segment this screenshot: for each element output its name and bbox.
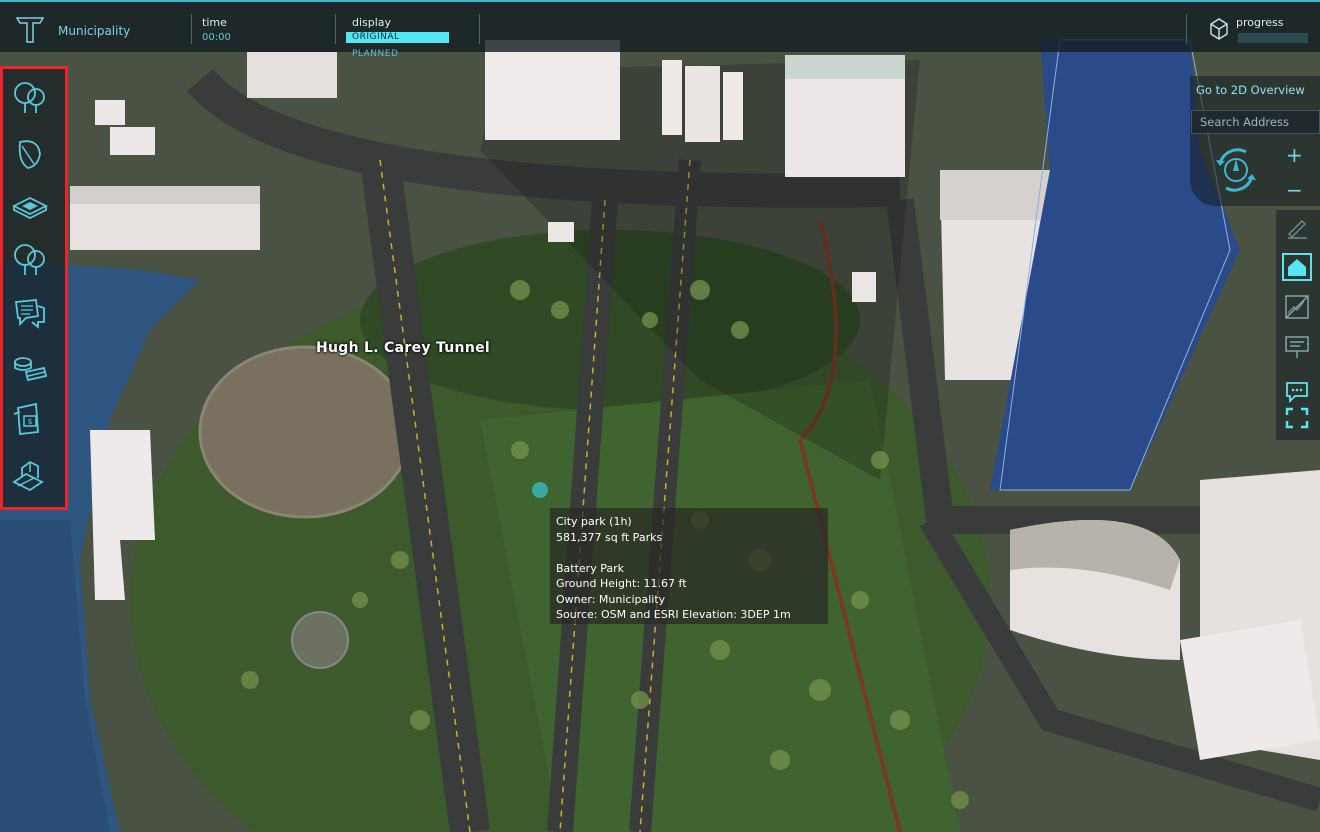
top-bar: Municipality time 00:00 display ORIGINAL… (0, 0, 1320, 52)
trees-icon[interactable] (8, 76, 50, 118)
map-3d-view[interactable] (0, 0, 1320, 832)
divider (1186, 14, 1187, 44)
svg-text:$: $ (27, 417, 32, 426)
divider (335, 14, 336, 44)
tooltip-line: Source: OSM and ESRI Elevation: 3DEP 1m (556, 607, 822, 623)
compass-rotate-icon[interactable] (1208, 142, 1264, 198)
plaza (200, 347, 410, 517)
display-label: display (352, 16, 391, 29)
time-label: time (202, 16, 227, 29)
stakeholder-name[interactable]: Municipality (58, 24, 130, 38)
tooltip-line: Battery Park (556, 561, 822, 577)
info-tooltip: City park (1h) 581,377 sq ft Parks Batte… (550, 508, 828, 624)
go-to-2d-overview-link[interactable]: Go to 2D Overview (1196, 83, 1305, 97)
divider (191, 14, 192, 44)
tooltip-line: City park (1h) (556, 514, 822, 530)
fullscreen-icon[interactable] (1282, 404, 1312, 432)
tooltip-line: Ground Height: 11.67 ft (556, 576, 822, 592)
map-location-label: Hugh L. Carey Tunnel (316, 340, 490, 356)
time-value[interactable]: 00:00 (202, 32, 231, 43)
progress-label: progress (1236, 16, 1284, 29)
billboard-icon[interactable] (1282, 333, 1312, 361)
search-address-input[interactable]: Search Address (1191, 110, 1320, 134)
progress-icon (1208, 16, 1230, 42)
zoom-in-button[interactable]: + (1286, 145, 1303, 165)
home-icon[interactable] (1282, 253, 1312, 281)
finance-icon[interactable]: $ (8, 398, 50, 440)
divider (479, 14, 480, 44)
tooltip-line: 581,377 sq ft Parks (556, 530, 822, 546)
money-icon[interactable] (8, 346, 50, 388)
map-scene (0, 0, 1320, 832)
overlay-icon[interactable] (1282, 293, 1312, 321)
leaf-icon[interactable] (8, 132, 50, 174)
land-plot-icon[interactable] (8, 186, 50, 228)
measure-icon[interactable] (1282, 212, 1312, 240)
zoom-out-button[interactable]: − (1286, 180, 1303, 200)
tooltip-line: Owner: Municipality (556, 592, 822, 608)
chat-icon[interactable] (1282, 378, 1312, 406)
display-original-option[interactable]: ORIGINAL (346, 32, 449, 43)
progress-bar[interactable] (1238, 33, 1308, 43)
tooltip-line (556, 545, 822, 561)
messages-icon[interactable] (8, 292, 50, 334)
trees-icon[interactable] (8, 238, 50, 280)
construction-icon[interactable] (8, 452, 50, 494)
display-planned-option[interactable]: PLANNED (346, 49, 449, 60)
app-logo-icon[interactable] (14, 14, 46, 46)
